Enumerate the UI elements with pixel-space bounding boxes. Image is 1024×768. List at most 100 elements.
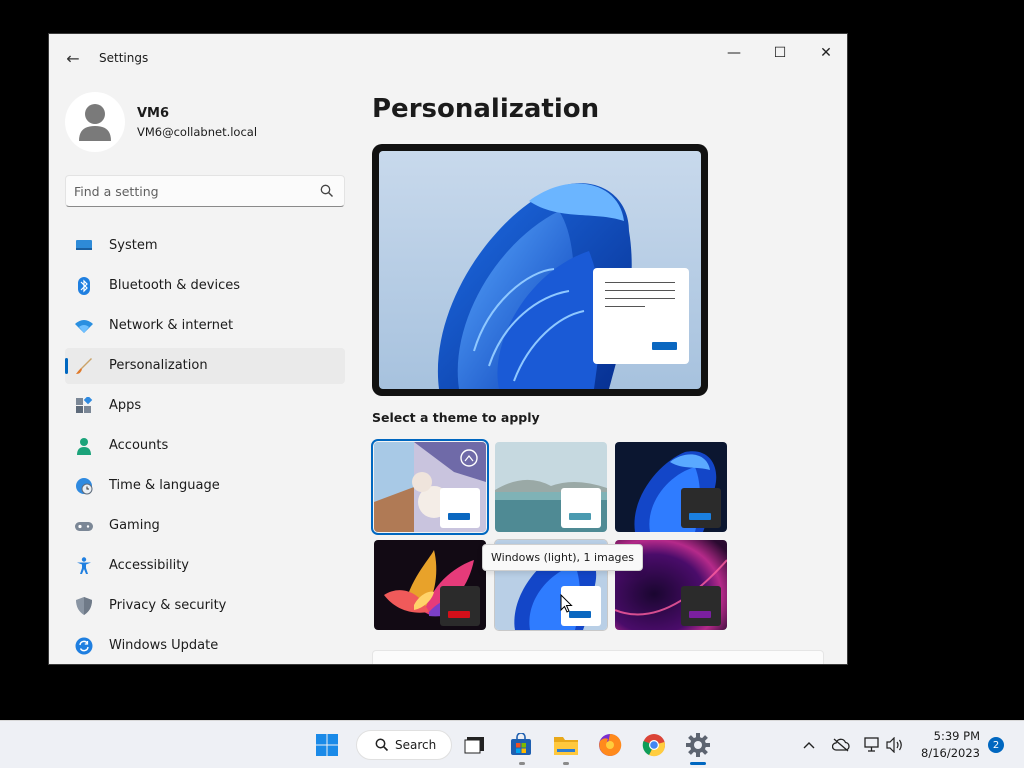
- sidebar-item-label: Privacy & security: [109, 598, 227, 613]
- theme-2-accent: [569, 513, 591, 520]
- sidebar-item-label: System: [109, 238, 158, 253]
- search-input[interactable]: [74, 176, 314, 206]
- account-icon: [77, 438, 91, 455]
- start-button[interactable]: [313, 731, 341, 759]
- sidebar-item-windows-update[interactable]: Windows Update: [65, 628, 345, 664]
- notification-badge[interactable]: 2: [988, 737, 1004, 753]
- preview-dialog-card: [593, 268, 689, 364]
- search-icon[interactable]: [320, 184, 334, 198]
- gear-icon: [686, 733, 710, 757]
- gamepad-icon: [75, 522, 93, 531]
- show-hidden-icons-button[interactable]: [800, 736, 818, 754]
- volume-tray-button[interactable]: [886, 736, 904, 754]
- close-icon: ✕: [820, 45, 832, 61]
- theme-tile-2[interactable]: [495, 442, 607, 532]
- taskbar-search[interactable]: Search: [356, 730, 452, 760]
- system-icon: [76, 240, 92, 250]
- theme-tile-3[interactable]: [615, 442, 727, 532]
- chevron-up-icon: [803, 742, 815, 749]
- theme-3-card: [681, 488, 721, 528]
- clock-date: 8/16/2023: [921, 746, 980, 760]
- sidebar-item-label: Windows Update: [109, 638, 219, 653]
- sidebar-item-label: Accounts: [109, 438, 169, 453]
- sidebar-item-label: Time & language: [109, 478, 220, 493]
- speaker-icon: [886, 737, 902, 753]
- theme-1-accent: [448, 513, 470, 520]
- theme-preview: [372, 144, 708, 396]
- app-title: Settings: [99, 51, 149, 65]
- wifi-icon: [75, 320, 93, 333]
- sidebar-item-label: Bluetooth & devices: [109, 278, 240, 293]
- themes-section-label: Select a theme to apply: [372, 410, 540, 425]
- sidebar-item-time-language[interactable]: Time & language: [65, 468, 345, 504]
- sidebar-item-gaming[interactable]: Gaming: [65, 508, 345, 544]
- firefox-button[interactable]: [596, 731, 624, 759]
- back-button[interactable]: ←: [61, 46, 85, 70]
- sidebar-item-personalization[interactable]: Personalization: [65, 348, 345, 384]
- chrome-button[interactable]: [640, 731, 668, 759]
- page-title: Personalization: [372, 94, 600, 124]
- sidebar-item-accessibility[interactable]: Accessibility: [65, 548, 345, 584]
- accessibility-icon: [77, 557, 91, 574]
- theme-3-accent: [689, 513, 711, 520]
- sidebar-item-network[interactable]: Network & internet: [65, 308, 345, 344]
- maximize-icon: ☐: [773, 45, 787, 61]
- user-silhouette-icon: [79, 104, 111, 141]
- sidebar-item-accounts[interactable]: Accounts: [65, 428, 345, 464]
- cloud-offline-icon: [832, 738, 850, 752]
- sidebar-item-label: Accessibility: [109, 558, 189, 573]
- globe-clock-icon: [76, 478, 93, 495]
- theme-2-card: [561, 488, 601, 528]
- settings-window: ← Settings — ☐ ✕ VM6 VM6@collabnet.local…: [48, 33, 848, 665]
- task-view-icon: [464, 737, 484, 754]
- preview-line: [605, 306, 645, 307]
- theme-tile-4[interactable]: [374, 540, 486, 630]
- store-button[interactable]: [507, 731, 535, 759]
- task-view-button[interactable]: [461, 731, 489, 759]
- preview-line: [605, 282, 675, 283]
- avatar[interactable]: [65, 92, 125, 152]
- onedrive-tray-button[interactable]: [832, 736, 850, 754]
- clock-time: 5:39 PM: [933, 729, 980, 743]
- chrome-icon: [642, 734, 665, 757]
- sidebar-item-system[interactable]: System: [65, 228, 345, 264]
- network-tray-button[interactable]: [864, 736, 882, 754]
- sidebar-nav: System Bluetooth & devices Network & int…: [65, 228, 345, 664]
- preview-accent-button: [652, 342, 677, 350]
- sidebar-item-label: Network & internet: [109, 318, 234, 333]
- theme-6-card: [681, 586, 721, 626]
- settings-active-indicator: [690, 762, 706, 765]
- user-email: VM6@collabnet.local: [137, 125, 258, 139]
- close-button[interactable]: ✕: [803, 38, 847, 68]
- maximize-button[interactable]: ☐: [757, 38, 803, 68]
- sidebar-item-privacy-security[interactable]: Privacy & security: [65, 588, 345, 624]
- theme-tile-1[interactable]: [371, 439, 489, 535]
- network-icon: [864, 737, 879, 752]
- taskbar-search-label: Search: [395, 738, 437, 752]
- sidebar-item-label: Personalization: [109, 358, 208, 373]
- mouse-cursor-icon: [560, 594, 573, 613]
- settings-taskbar-button[interactable]: [684, 731, 712, 759]
- windows-logo-icon: [316, 734, 338, 756]
- search-box[interactable]: [65, 175, 345, 207]
- preview-line: [605, 298, 675, 299]
- minimize-button[interactable]: —: [711, 38, 757, 68]
- back-arrow-icon: ←: [66, 48, 80, 68]
- theme-grid: [371, 439, 732, 636]
- theme-6-accent: [689, 611, 711, 618]
- firefox-icon: [599, 733, 622, 756]
- sidebar-item-bluetooth[interactable]: Bluetooth & devices: [65, 268, 345, 304]
- theme-tooltip: Windows (light), 1 images: [482, 544, 644, 571]
- preview-line: [605, 290, 675, 291]
- taskbar: Search 5:39 PM 8/16/2023 2: [0, 720, 1024, 768]
- theme-1-card: [440, 488, 480, 528]
- folder-icon: [554, 737, 578, 755]
- file-explorer-button[interactable]: [552, 731, 580, 759]
- sidebar-item-apps[interactable]: Apps: [65, 388, 345, 424]
- theme-settings-card[interactable]: [372, 650, 824, 664]
- explorer-running-indicator: [563, 762, 569, 765]
- brush-icon: [76, 358, 92, 374]
- sidebar-item-label: Gaming: [109, 518, 160, 533]
- search-icon: [375, 738, 389, 752]
- shield-icon: [76, 597, 92, 615]
